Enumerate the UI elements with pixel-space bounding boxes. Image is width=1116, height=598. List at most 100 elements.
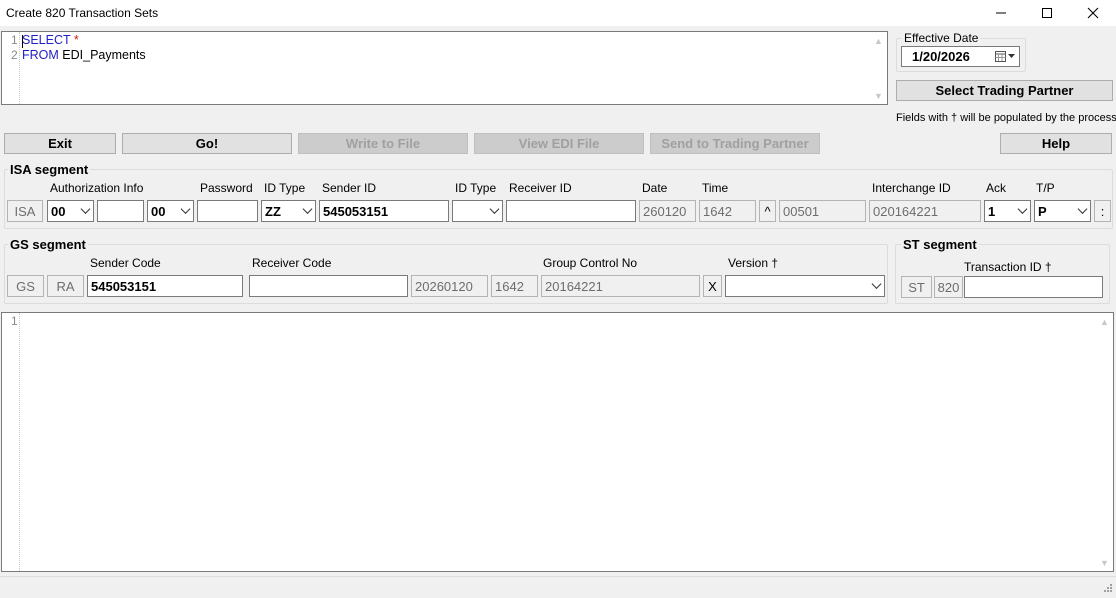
sql-text: EDI_Payments [58,48,146,62]
interchange-id-label: Interchange ID [872,181,951,195]
send-to-trading-partner-button[interactable]: Send to Trading Partner [650,133,820,154]
st-segment-id: ST [901,276,932,298]
sub-element-separator-field: : [1094,200,1111,222]
edi-output-editor[interactable]: 1 ▲ ▼ [1,312,1114,572]
group-control-label: Group Control No [543,256,638,270]
sender-id-type-value: ZZ [265,203,281,219]
gs-segment-id: GS [7,275,44,297]
effective-date-label: Effective Date [902,31,981,45]
window-title: Create 820 Transaction Sets [6,6,159,20]
text-cursor [22,35,23,48]
version-select[interactable] [725,275,885,297]
select-trading-partner-button[interactable]: Select Trading Partner [896,80,1113,101]
minimize-button[interactable] [978,0,1024,26]
close-button[interactable] [1070,0,1116,26]
line-number: 2 [11,48,18,62]
gs-segment-title: GS segment [8,237,88,252]
line-number-gutter [2,313,20,571]
ack-label: Ack [986,181,1007,195]
auth-info-input[interactable] [97,200,144,222]
title-bar [0,0,1116,26]
output-scrollbar[interactable]: ▲ ▼ [1096,313,1113,571]
transaction-id-input[interactable] [964,276,1103,298]
effective-date-picker[interactable]: 1/20/2026 [901,46,1020,67]
scroll-up-icon[interactable]: ▲ [873,35,884,46]
chevron-down-icon [871,279,882,289]
test-prod-value: P [1038,203,1047,219]
receiver-id-type-select[interactable] [452,200,503,222]
scroll-down-icon[interactable]: ▼ [1099,557,1110,568]
transaction-id-label: Transaction ID † [964,260,1052,274]
security-qualifier-value: 00 [151,203,166,219]
maximize-button[interactable] [1024,0,1070,26]
sql-text: * [70,33,79,47]
isa-time-field: 1642 [699,200,756,222]
chevron-down-icon [180,204,191,214]
auth-info-label: Authorization Info [50,181,144,195]
st-segment-title: ST segment [901,237,979,252]
code-line: FROM EDI_Payments [22,48,146,62]
close-icon [1087,7,1099,19]
query-scrollbar[interactable]: ▲ ▼ [870,32,887,104]
sql-keyword: SELECT [22,33,71,47]
id-type-label: ID Type [264,181,306,195]
isa-segment-title: ISA segment [8,162,91,177]
version-label: Version † [728,256,779,270]
agency-code-field: X [703,275,722,297]
scroll-up-icon[interactable]: ▲ [1099,316,1110,327]
sender-code-label: Sender Code [90,256,161,270]
test-prod-label: T/P [1036,181,1055,195]
time-label: Time [702,181,729,195]
populated-fields-note: Fields with † will be populated by the p… [896,112,1116,124]
minimize-icon [996,12,1006,14]
help-button[interactable]: Help [1000,133,1112,154]
view-edi-file-button[interactable]: View EDI File [474,133,644,154]
password-input[interactable] [197,200,258,222]
line-number: 1 [11,33,18,47]
auth-qualifier-select[interactable]: 00 [47,200,94,222]
sender-code-input[interactable]: 545053151 [87,275,243,297]
write-to-file-button[interactable]: Write to File [298,133,468,154]
transaction-set-code-field: 820 [934,276,963,298]
query-editor[interactable]: 1 SELECT * 2 FROM EDI_Payments ▲ ▼ [1,31,888,105]
maximize-icon [1042,8,1052,18]
chevron-down-icon [489,204,500,214]
gs-time-field: 1642 [491,275,538,297]
code-line: SELECT * [22,33,79,47]
repetition-separator-field: ^ [759,200,776,222]
effective-date-value: 1/20/2026 [912,49,970,64]
receiver-id-input[interactable] [506,200,636,222]
status-bar [0,576,1116,598]
receiver-code-input[interactable] [249,275,408,297]
receiver-code-label: Receiver Code [252,256,332,270]
ack-value: 1 [988,203,996,219]
sender-id-label: Sender ID [322,181,377,195]
password-label: Password [200,181,253,195]
receiver-id-label: Receiver ID [509,181,572,195]
chevron-down-icon [80,204,91,214]
isa-date-field: 260120 [639,200,696,222]
sender-id-input[interactable]: 545053151 [319,200,449,222]
sql-keyword: FROM [22,48,59,62]
interchange-id-field: 020164221 [869,200,981,222]
isa-segment-id: ISA [7,200,43,222]
resize-grip-icon[interactable] [1101,583,1113,595]
scroll-down-icon[interactable]: ▼ [873,90,884,101]
auth-qualifier-value: 00 [51,203,66,219]
sender-id-type-select[interactable]: ZZ [261,200,316,222]
exit-button[interactable]: Exit [4,133,116,154]
receiver-id-type-label: ID Type [455,181,497,195]
line-number: 1 [11,314,18,328]
test-prod-select[interactable]: P [1034,200,1091,222]
chevron-down-icon [1077,204,1088,214]
calendar-icon[interactable] [995,50,1015,62]
isa-version-field: 00501 [779,200,866,222]
gs-date-field: 20260120 [411,275,488,297]
ack-select[interactable]: 1 [984,200,1031,222]
date-label: Date [642,181,668,195]
chevron-down-icon [1017,204,1028,214]
chevron-down-icon [302,204,313,214]
go-button[interactable]: Go! [122,133,292,154]
security-qualifier-select[interactable]: 00 [147,200,194,222]
dropdown-arrow-icon [1008,53,1015,58]
